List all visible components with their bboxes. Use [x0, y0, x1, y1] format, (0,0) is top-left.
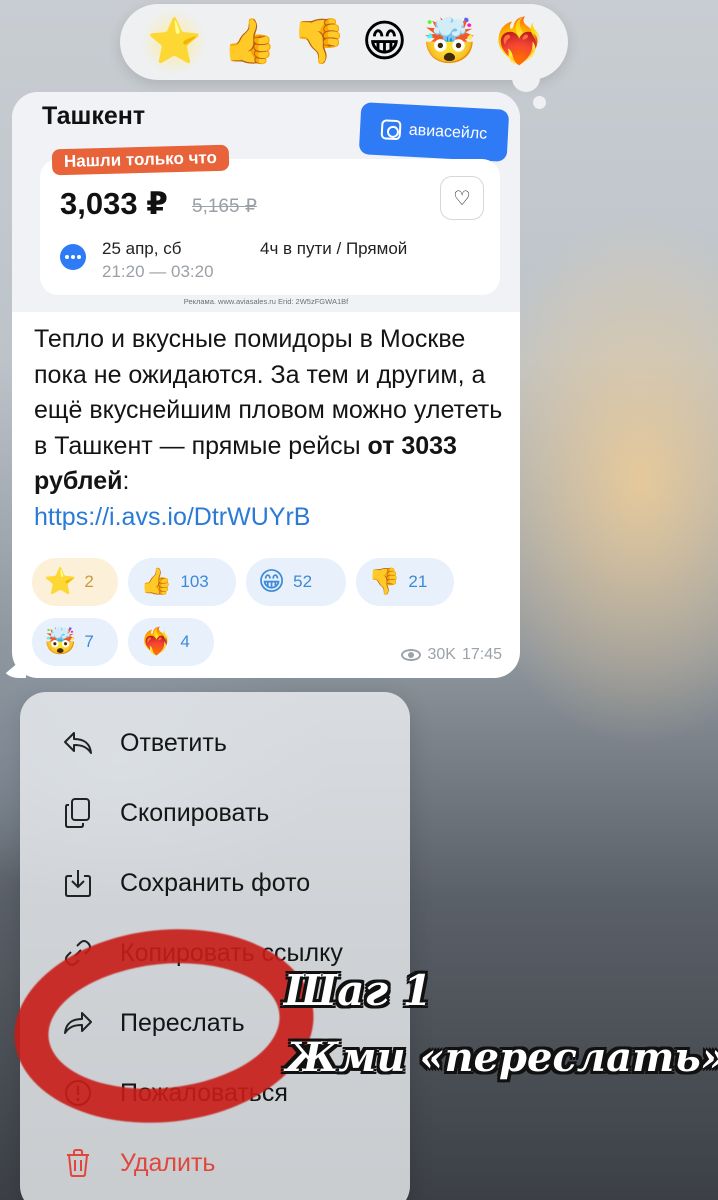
favorite-heart-icon[interactable]: ♡ — [440, 176, 484, 220]
reaction-count: 52 — [293, 572, 313, 591]
message-bubble[interactable]: Ташкент авиасейлс Нашли только что 3,033… — [12, 92, 520, 678]
picker-tail-dot — [512, 64, 540, 92]
menu-label: Удалить — [120, 1148, 216, 1177]
ad-route: 4ч в пути / Прямой — [260, 239, 408, 258]
thumbs-down-reaction-icon[interactable]: 👎 — [292, 20, 347, 64]
thumbs-up-reaction-icon[interactable]: 👍 — [222, 20, 277, 64]
message-colon: : — [122, 467, 130, 495]
trash-icon — [60, 1145, 96, 1181]
menu-item-save-photo[interactable]: Сохранить фото — [20, 848, 410, 918]
heart-on-fire-reaction-icon[interactable]: ❤️‍🔥 — [492, 20, 547, 64]
thumbs-up-icon: 👍 — [140, 567, 173, 597]
grin-icon: 😁 — [258, 567, 286, 597]
reaction-count: 103 — [180, 572, 209, 591]
menu-label: Ответить — [120, 728, 227, 757]
reaction-chip-grin[interactable]: 😁 52 — [246, 558, 346, 606]
views-count: 30K — [427, 646, 456, 663]
reaction-count: 7 — [84, 632, 94, 651]
reaction-picker: ⭐ 👍 👎 😁 🤯 ❤️‍🔥 — [120, 4, 568, 80]
reaction-chip-thumbs-down[interactable]: 👎 21 — [356, 558, 454, 606]
menu-item-delete[interactable]: Удалить — [20, 1128, 410, 1198]
reaction-chip-heart-on-fire[interactable]: ❤️‍🔥 4 — [128, 618, 214, 666]
copy-icon — [60, 795, 96, 831]
exploding-head-reaction-icon[interactable]: 🤯 — [422, 20, 477, 64]
views-eye-icon — [401, 649, 422, 661]
reply-icon — [60, 725, 96, 761]
message-text: Тепло и вкусные помидоры в Москве пока н… — [34, 322, 510, 535]
reaction-count: 21 — [408, 572, 428, 591]
ad-date: 25 апр, сб — [102, 239, 182, 258]
brand-label: авиасейлс — [408, 121, 488, 143]
star-icon: ⭐ — [44, 567, 77, 597]
exploding-head-icon: 🤯 — [44, 627, 77, 657]
reaction-chip-star[interactable]: ⭐ 2 — [32, 558, 118, 606]
menu-item-reply[interactable]: Ответить — [20, 708, 410, 778]
message-meta: 30K 17:45 — [401, 646, 502, 664]
airline-logo-icon — [60, 244, 86, 270]
star-reaction-icon[interactable]: ⭐ — [141, 9, 208, 75]
grin-reaction-icon[interactable]: 😁 — [361, 20, 407, 64]
menu-label: Скопировать — [120, 798, 270, 827]
step-label: Шаг 1 — [284, 966, 432, 1015]
ad-price: 3,033 ₽ — [60, 186, 168, 221]
aviasales-brand-button[interactable]: авиасейлс — [358, 102, 510, 162]
menu-label: Сохранить фото — [120, 868, 311, 897]
heart-on-fire-icon: ❤️‍🔥 — [140, 627, 173, 657]
ad-city-title: Ташкент — [42, 102, 146, 130]
ad-time: 21:20 — 03:20 — [102, 262, 214, 281]
ad-footnote: Реклама. www.aviasales.ru Erid: 2W5zFGWA… — [183, 297, 349, 306]
download-icon — [60, 865, 96, 901]
ad-badge: Нашли только что — [51, 144, 230, 176]
message-time: 17:45 — [461, 646, 502, 663]
reaction-chip-exploding-head[interactable]: 🤯 7 — [32, 618, 118, 666]
reaction-count: 4 — [180, 632, 190, 651]
step-instruction: Жми «переслать» — [286, 1034, 718, 1081]
aviasales-logo-icon — [380, 119, 402, 141]
reaction-count: 2 — [84, 572, 94, 591]
thumbs-down-icon: 👎 — [368, 567, 401, 597]
ad-old-price: 5,165 ₽ — [192, 196, 257, 217]
picker-tail-dot — [533, 96, 546, 109]
ad-banner[interactable]: Ташкент авиасейлс Нашли только что 3,033… — [12, 92, 520, 312]
menu-item-copy[interactable]: Скопировать — [20, 778, 410, 848]
message-link[interactable]: https://i.avs.io/DtrWUYrB — [34, 503, 310, 531]
reaction-chip-thumbs-up[interactable]: 👍 103 — [128, 558, 236, 606]
